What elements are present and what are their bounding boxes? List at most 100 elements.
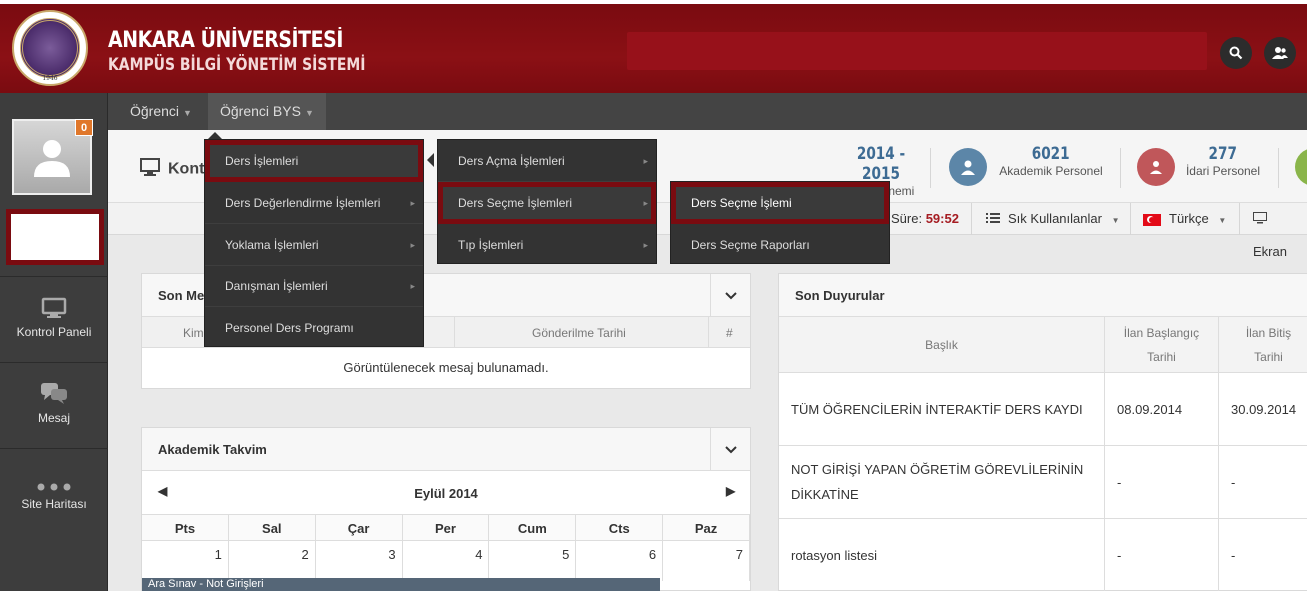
header-search-area[interactable] xyxy=(627,32,1207,70)
calendar-day[interactable]: 1 xyxy=(142,541,229,581)
idari-icon[interactable] xyxy=(1137,148,1175,186)
calendar-navigation: ◀ Eylül 2014 ▶ xyxy=(142,471,750,514)
top-navigation: Öğrenci ▼ Öğrenci BYS ▼ xyxy=(108,93,1307,130)
collapse-button[interactable] xyxy=(710,274,750,317)
table-header: Başlık İlan Başlangıç Tarihi İlan Bitiş … xyxy=(779,317,1307,373)
panel-title: Son Duyurular xyxy=(795,288,885,303)
caret-down-icon: ▼ xyxy=(304,108,314,118)
menu-item-tip[interactable]: Tıp İşlemleri ▸ xyxy=(438,224,656,266)
menu-label: Personel Ders Programı xyxy=(225,321,354,335)
sidebar: 0 Kontrol Paneli Mesaj Site Haritası xyxy=(0,93,108,591)
caret-down-icon: ▼ xyxy=(1218,216,1227,225)
monitor-icon xyxy=(41,297,67,318)
nav-label: Öğrenci xyxy=(130,103,180,119)
divider xyxy=(1239,203,1240,235)
stat-green-icon[interactable] xyxy=(1295,148,1307,186)
panel-title: Akademik Takvim xyxy=(158,442,267,457)
nav-ogrenci[interactable]: Öğrenci ▼ xyxy=(118,93,204,130)
caret-down-icon: ▼ xyxy=(183,108,192,118)
menu-label: Ders Değerlendirme İşlemleri xyxy=(225,196,381,210)
announcement-start: - xyxy=(1105,446,1219,518)
menu-item-ders-islemleri[interactable]: Ders İşlemleri xyxy=(205,140,423,182)
col-kim[interactable]: Kim xyxy=(183,326,204,340)
announcement-title[interactable]: TÜM ÖĞRENCİLERİN İNTERAKTİF DERS KAYDI xyxy=(779,373,1105,445)
col-bitis[interactable]: İlan Bitiş Tarihi xyxy=(1219,317,1307,372)
table-row[interactable]: NOT GİRİŞİ YAPAN ÖĞRETİM GÖREVLİLERİNİN … xyxy=(779,446,1307,519)
calendar-day[interactable]: 6 xyxy=(576,541,664,581)
donem-value: 2014 - 2015 xyxy=(856,144,906,184)
akademik-value: 6021 xyxy=(1032,144,1070,164)
calendar-day[interactable]: 2 xyxy=(229,541,316,581)
language-dropdown[interactable]: Türkçe ▼ xyxy=(1143,203,1226,235)
screen-label: Ekran xyxy=(1253,243,1287,259)
timer-label: Süre: xyxy=(891,211,923,226)
akademik-icon[interactable] xyxy=(949,148,987,186)
chevron-right-icon: ▸ xyxy=(643,156,648,166)
sidebar-item-site-haritasi[interactable]: Site Haritası xyxy=(0,448,108,534)
collapse-button[interactable] xyxy=(710,428,750,471)
weekday-header: Cum xyxy=(489,514,577,541)
calendar-day[interactable]: 4 xyxy=(403,541,490,581)
menu-item-personel-ders-programi[interactable]: Personel Ders Programı xyxy=(205,307,423,349)
turkey-flag-icon xyxy=(1143,213,1161,226)
weekday-header: Pts xyxy=(142,514,229,541)
menu-label: Ders Seçme İşlemleri xyxy=(458,196,573,210)
menu-item-ders-acma[interactable]: Ders Açma İşlemleri ▸ xyxy=(438,140,656,182)
sidebar-item-mesaj[interactable]: Mesaj xyxy=(0,362,108,448)
menu-label: Yoklama İşlemleri xyxy=(225,238,319,252)
col-baslangic[interactable]: İlan Başlangıç Tarihi xyxy=(1105,317,1219,372)
menu-item-ders-secme-islemi[interactable]: Ders Seçme İşlemi xyxy=(671,182,889,224)
stat-idari-personel: 277 İdari Personel xyxy=(1178,144,1268,178)
announcement-end: 30.09.2014 xyxy=(1219,373,1307,445)
stat-akademik-personel: 6021 Akademik Personel xyxy=(996,144,1106,178)
empty-message: Görüntülenecek mesaj bulunamadı. xyxy=(343,360,549,375)
chevron-right-icon: ▸ xyxy=(410,240,415,250)
weekday-header: Çar xyxy=(315,514,403,541)
monitor-icon xyxy=(1253,204,1267,236)
menu-item-ders-secme-islemleri[interactable]: Ders Seçme İşlemleri ▸ xyxy=(438,182,656,224)
announcement-title[interactable]: NOT GİRİŞİ YAPAN ÖĞRETİM GÖREVLİLERİNİN … xyxy=(779,446,1105,518)
next-month-button[interactable]: ▶ xyxy=(726,484,735,498)
divider xyxy=(1278,148,1279,188)
menu-label: Tıp İşlemleri xyxy=(458,238,524,252)
table-row[interactable]: rotasyon listesi - - xyxy=(779,519,1307,591)
idari-label: İdari Personel xyxy=(1185,164,1261,178)
chevron-down-icon xyxy=(724,291,737,299)
menu-item-ders-secme-raporlari[interactable]: Ders Seçme Raporları xyxy=(671,224,889,266)
announcement-title[interactable]: rotasyon listesi xyxy=(779,519,1105,591)
menu-item-yoklama[interactable]: Yoklama İşlemleri ▸ xyxy=(205,224,423,266)
notification-badge[interactable]: 0 xyxy=(75,119,93,136)
announcements-table: Başlık İlan Başlangıç Tarihi İlan Bitiş … xyxy=(779,317,1307,591)
menu-item-danisman[interactable]: Danışman İşlemleri ▸ xyxy=(205,265,423,307)
ders-secme-submenu: Ders Seçme İşlemi Ders Seçme Raporları xyxy=(670,181,890,264)
col-baslik[interactable]: Başlık xyxy=(779,317,1105,372)
logo-seal-icon xyxy=(20,18,80,78)
sidebar-item-label: Kontrol Paneli xyxy=(16,325,92,339)
favorites-dropdown[interactable]: Sık Kullanılanlar ▼ xyxy=(986,203,1120,235)
ogrenci-bys-menu: Ders İşlemleri Ders Değerlendirme İşleml… xyxy=(204,139,424,347)
university-logo[interactable]: 1946 xyxy=(12,10,88,86)
dots-icon xyxy=(37,483,71,491)
language-label: Türkçe xyxy=(1169,211,1209,226)
user-silhouette-icon xyxy=(34,140,70,177)
screen-dropdown[interactable]: Ekran xyxy=(1253,203,1307,259)
table-row[interactable]: TÜM ÖĞRENCİLERİN İNTERAKTİF DERS KAYDI 0… xyxy=(779,373,1307,446)
session-timer: Süre: 59:52 xyxy=(891,203,959,235)
search-button[interactable] xyxy=(1220,37,1252,69)
users-button[interactable] xyxy=(1264,37,1296,69)
sidebar-item-kontrol-paneli[interactable]: Kontrol Paneli xyxy=(0,276,108,362)
calendar-event[interactable]: Ara Sınav - Not Girişleri xyxy=(142,578,660,591)
nav-label: Öğrenci BYS xyxy=(220,103,301,119)
panel-header: Son Duyurular xyxy=(779,274,1307,317)
calendar-day[interactable]: 5 xyxy=(489,541,577,581)
calendar-day[interactable]: 7 xyxy=(663,541,751,581)
logo-year: 1946 xyxy=(42,75,58,82)
nav-ogrenci-bys[interactable]: Öğrenci BYS ▼ xyxy=(208,93,326,130)
user-name-box[interactable] xyxy=(6,209,104,265)
weekday-header: Sal xyxy=(228,514,316,541)
col-tarih[interactable]: Gönderilme Tarihi xyxy=(532,326,626,340)
calendar-day[interactable]: 3 xyxy=(316,541,403,581)
menu-item-ders-degerlendirme[interactable]: Ders Değerlendirme İşlemleri ▸ xyxy=(205,182,423,224)
announcement-end: - xyxy=(1219,446,1307,518)
announcement-start: 08.09.2014 xyxy=(1105,373,1219,445)
